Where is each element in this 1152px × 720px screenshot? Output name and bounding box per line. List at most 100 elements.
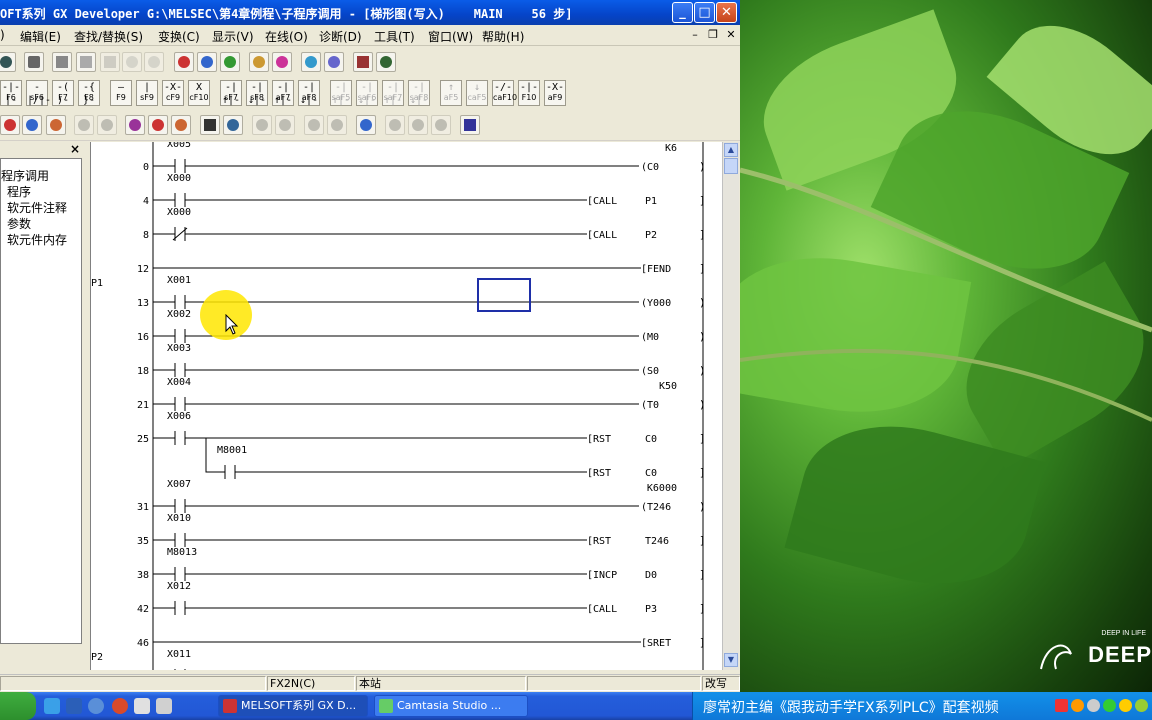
ladder-cursor-box[interactable] [477,278,531,312]
device-registration-button[interactable] [97,115,117,135]
comment-button[interactable] [22,115,42,135]
cut-button[interactable] [52,52,72,72]
fkey-f6-button[interactable]: -|-|- F6 [0,80,22,106]
menu-diagnostics[interactable]: 诊断(D) [319,28,362,45]
fkey-af9-button[interactable]: -X-aF9 [544,80,566,106]
volume-tray-icon[interactable] [1087,699,1100,712]
ie-quicklaunch-icon[interactable] [44,698,60,714]
tree-close-icon[interactable]: × [70,142,80,156]
copy-button[interactable] [76,52,96,72]
paste-button[interactable] [100,52,120,72]
tree-item-device-comment[interactable]: 软元件注释 [7,199,67,216]
write-plc-button[interactable] [249,52,269,72]
mdi-minimize-icon[interactable]: – [688,28,702,42]
title-bar[interactable]: OFT系列 GX Developer G:\MELSEC\第4章例程\子程序调用… [0,0,740,25]
menu-find-replace[interactable]: 查找/替换(S) [74,28,143,45]
fkey-cf10-button[interactable]: XcF10 [188,80,210,106]
app-tray-icon[interactable] [1135,699,1148,712]
camtasia-tray-icon[interactable] [1071,699,1084,712]
desktop-quicklaunch-icon[interactable] [156,698,172,714]
sfc-button[interactable] [252,115,272,135]
tree-item-device-memory[interactable]: 软元件内存 [7,231,67,248]
fkey-f7-button[interactable]: -( )- F7 [52,80,74,106]
print-button[interactable] [24,52,44,72]
ladder-view-button[interactable] [353,52,373,72]
transfer-check-button[interactable] [431,115,451,135]
menu-online[interactable]: 在线(O) [265,28,308,45]
find-step-button[interactable] [220,52,240,72]
fkey-saf7-button[interactable]: -|↑|- saF7 [382,80,404,106]
sfc-step-button[interactable] [275,115,295,135]
window-layout-button[interactable] [460,115,480,135]
fkey-sf8-button[interactable]: -|↓|- sF8 [246,80,268,106]
menu-tools[interactable]: 工具(T) [374,28,415,45]
menu-window[interactable]: 窗口(W) [428,28,473,45]
fkey-sf9-button[interactable]: | sF9 [136,80,158,106]
undo-button[interactable] [122,52,142,72]
find-device-button[interactable] [174,52,194,72]
program-button[interactable] [0,115,20,135]
edit-mode-button[interactable] [148,115,168,135]
media-quicklaunch-icon[interactable] [88,698,104,714]
player-quicklaunch-icon[interactable] [134,698,150,714]
menu-convert[interactable]: 变换(C) [158,28,200,45]
fkey-cf9-button[interactable]: -X-cF9 [162,80,184,106]
scroll-up-icon[interactable]: ▲ [724,143,738,157]
fkey-f9-button[interactable]: — F9 [110,80,132,106]
chrome-quicklaunch-icon[interactable] [112,698,128,714]
fkey-saf5-button[interactable]: -|↑|- saF5 [330,80,352,106]
vertical-scrollbar[interactable]: ▲ ▼ [722,142,739,670]
fkey-f8-button[interactable]: -{ }- F8 [78,80,100,106]
zoom-button[interactable] [376,52,396,72]
fkey-caf5-button[interactable]: ↓ caF5 [466,80,488,106]
ladder-diagram[interactable]: 0 X005 (C0) K6 4 X000 [CALL P1] 8 X000 [CALL P2] 12 [… [91,142,723,670]
block-button[interactable] [304,115,324,135]
read-mode-button[interactable] [171,115,191,135]
fkey-af7-button[interactable]: -|↑|- aF7 [272,80,294,106]
start-button[interactable] [0,692,36,720]
ladder-editor[interactable]: 0 X005 (C0) K6 4 X000 [CALL P1] 8 X000 [CALL P2] 12 [… [90,142,723,670]
task-gx-developer[interactable]: MELSOFT系列 GX D... [218,695,368,717]
scroll-thumb[interactable] [724,158,738,174]
fkey-sf6-button[interactable]: -|/|- sF6 [26,80,51,106]
fkey-saf8-button[interactable]: -|↓|- saF8 [408,80,430,106]
redo-button[interactable] [144,52,164,72]
monitor-write-button[interactable] [324,52,344,72]
search-button[interactable] [356,115,376,135]
shield-tray-icon[interactable] [1103,699,1116,712]
ladder-mode-button[interactable] [200,115,220,135]
minimize-button[interactable]: _ [672,2,693,23]
record-tray-icon[interactable] [1055,699,1068,712]
network-tray-icon[interactable] [1119,699,1132,712]
test-button[interactable] [125,115,145,135]
tree-item-program[interactable]: 程序 [7,183,31,200]
word-quicklaunch-icon[interactable] [66,698,82,714]
close-button[interactable]: ✕ [716,2,737,23]
transfer-setup-button[interactable] [408,115,428,135]
find-instruction-button[interactable] [197,52,217,72]
mdi-close-icon[interactable]: ✕ [724,28,738,42]
fkey-saf6-button[interactable]: -|↓|- saF6 [356,80,378,106]
parameter-button[interactable] [46,115,66,135]
fkey-af8-button[interactable]: -|↓|- aF8 [298,80,320,106]
tree-item-subroutine[interactable]: 程序调用 [1,167,49,184]
monitor-button[interactable] [301,52,321,72]
device-batch-button[interactable] [74,115,94,135]
transfer-button[interactable] [385,115,405,135]
menu-fragment[interactable]: ) [0,28,5,42]
block-edit-button[interactable] [327,115,347,135]
fkey-f10-button[interactable]: -|- F10 [518,80,540,106]
menu-view[interactable]: 显示(V) [212,28,254,45]
menu-edit[interactable]: 编辑(E) [20,28,61,45]
task-camtasia[interactable]: Camtasia Studio ... [374,695,528,717]
scroll-down-icon[interactable]: ▼ [724,653,738,667]
read-plc-button[interactable] [272,52,292,72]
mdi-restore-icon[interactable]: ❐ [706,28,720,42]
save-button[interactable] [0,52,16,72]
fkey-sf7-button[interactable]: -|↑|- sF7 [220,80,242,106]
menu-help[interactable]: 帮助(H) [482,28,524,45]
fkey-af5-button[interactable]: ↑ aF5 [440,80,462,106]
maximize-button[interactable]: □ [694,2,715,23]
list-mode-button[interactable] [223,115,243,135]
tree-item-parameter[interactable]: 参数 [7,215,31,232]
